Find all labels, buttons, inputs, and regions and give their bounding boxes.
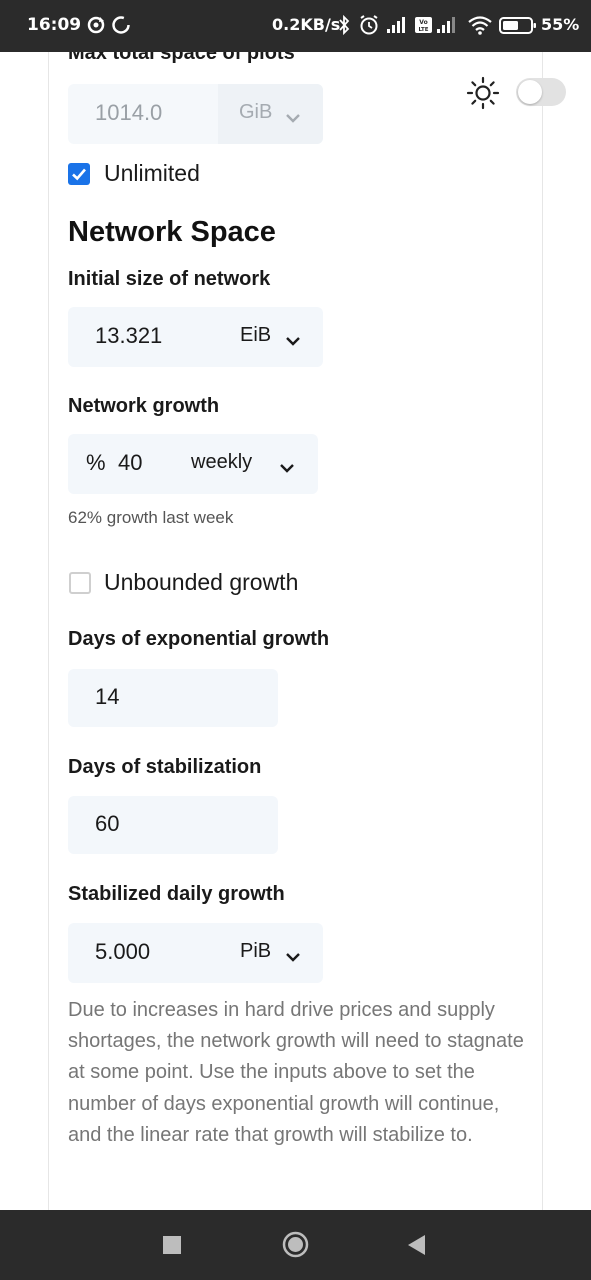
unlimited-checkbox[interactable]: [68, 163, 90, 185]
status-time: 16:09: [27, 15, 82, 35]
growth-hint: 62% growth last week: [68, 508, 234, 527]
max-plots-unit-select: GiB: [218, 84, 323, 144]
alarm-icon: [358, 14, 380, 41]
recents-square-icon[interactable]: [163, 1236, 181, 1259]
chevron-down-icon[interactable]: [285, 329, 301, 355]
max-plots-field: 1014.0 GiB: [68, 84, 323, 144]
sun-icon: [466, 76, 500, 115]
network-growth-label: Network growth: [68, 395, 220, 417]
initial-size-input[interactable]: 13.321: [95, 323, 162, 349]
sync-icon: [86, 14, 106, 41]
network-speed: 0.2KB/s: [272, 15, 341, 34]
bluetooth-icon: [338, 14, 350, 41]
max-plots-value: 1014.0: [95, 100, 163, 125]
back-triangle-icon[interactable]: [407, 1234, 426, 1261]
loading-icon: [111, 14, 131, 41]
section-title: Network Space: [68, 216, 276, 248]
chevron-down-icon[interactable]: [285, 945, 301, 971]
chevron-down-icon[interactable]: [279, 456, 295, 482]
signal-icon: [436, 14, 460, 41]
exp-days-input[interactable]: 14: [95, 684, 119, 710]
network-growth-field: % 40 weekly: [68, 434, 318, 494]
switch-knob: [518, 80, 542, 104]
growth-period-select[interactable]: weekly: [191, 451, 252, 474]
svg-text:LTE: LTE: [418, 27, 428, 33]
stab-days-label: Days of stabilization: [68, 756, 262, 778]
home-circle-icon[interactable]: [282, 1231, 309, 1263]
stab-days-field[interactable]: 60: [68, 796, 278, 854]
initial-size-field: 13.321 EiB: [68, 307, 323, 367]
page-content: Max total space of plots 1014.0 GiB Unli…: [0, 52, 591, 1210]
battery-icon: [499, 14, 539, 41]
stab-growth-label: Stabilized daily growth: [68, 883, 285, 905]
unbounded-label: Unbounded growth: [104, 569, 299, 595]
stab-days-input[interactable]: 60: [95, 811, 119, 837]
panel-border-left: [48, 52, 49, 1210]
theme-toggle[interactable]: [466, 76, 568, 110]
stab-growth-unit-select[interactable]: PiB: [240, 940, 271, 963]
initial-size-unit-select[interactable]: EiB: [240, 324, 271, 347]
exp-days-field[interactable]: 14: [68, 669, 278, 727]
panel-border-right: [542, 52, 543, 1210]
svg-text:Vo: Vo: [419, 19, 427, 26]
stab-growth-field: 5.000 PiB: [68, 923, 323, 983]
wifi-icon: [467, 14, 493, 41]
percent-prefix: %: [86, 450, 106, 475]
max-plots-label: Max total space of plots: [68, 52, 295, 64]
stabilization-note: Due to increases in hard drive prices an…: [68, 999, 524, 1146]
initial-size-label: Initial size of network: [68, 268, 271, 290]
theme-switch[interactable]: [516, 78, 566, 106]
unbounded-checkbox[interactable]: [69, 572, 91, 594]
volte-icon: Vo LTE: [414, 14, 434, 41]
unlimited-label: Unlimited: [104, 160, 200, 186]
status-bar: 16:09 0.2KB/s Vo LTE 55%: [0, 0, 591, 52]
signal-icon: [386, 14, 410, 41]
stab-growth-input[interactable]: 5.000: [95, 939, 150, 965]
check-icon: [72, 168, 86, 181]
exp-days-label: Days of exponential growth: [68, 628, 330, 650]
battery-percent: 55%: [541, 15, 580, 34]
navigation-bar: [0, 1210, 591, 1280]
max-plots-unit: GiB: [239, 101, 273, 123]
chevron-down-icon: [285, 106, 301, 132]
network-growth-input[interactable]: 40: [118, 450, 142, 476]
